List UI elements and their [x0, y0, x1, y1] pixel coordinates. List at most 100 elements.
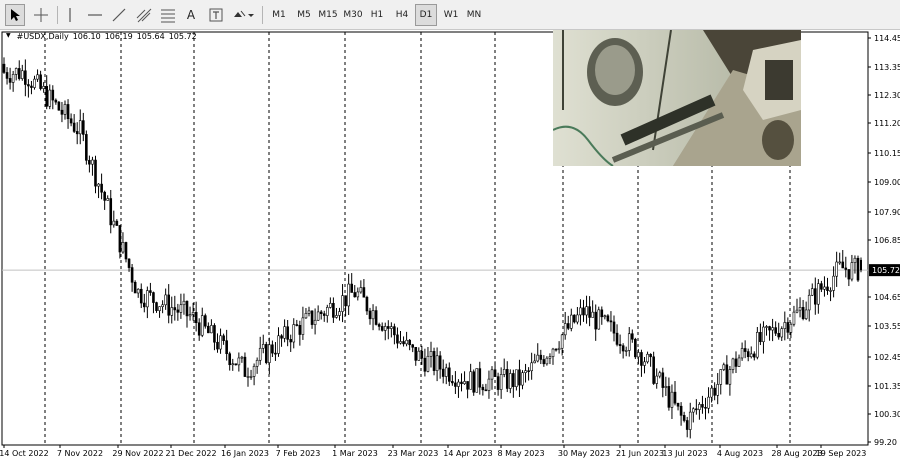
candle-body: [45, 86, 49, 107]
vertical-line-icon[interactable]: [61, 4, 79, 26]
candle-body: [200, 315, 204, 336]
candle-body: [344, 295, 347, 307]
arrows-dropdown-icon[interactable]: [230, 4, 256, 26]
candle-body: [338, 311, 341, 316]
timeframe-mn-button[interactable]: MN: [463, 4, 485, 26]
candle-body: [451, 381, 454, 384]
candle-body: [341, 295, 344, 312]
timeframe-h1-button[interactable]: H1: [366, 4, 388, 26]
candle-body: [94, 159, 97, 187]
chart-legend: ▼ #USDX,Daily 106.10 106.19 105.64 105.7…: [6, 32, 197, 41]
candle-body: [484, 389, 488, 392]
candle-body: [228, 353, 231, 366]
time-label: 8 May 2023: [497, 449, 544, 458]
candle-body: [557, 347, 561, 350]
candle-body: [704, 406, 707, 409]
candle-body: [600, 309, 604, 318]
price-label: 114.45: [874, 34, 900, 43]
candle-body: [661, 372, 665, 388]
timeframe-d1-button[interactable]: D1: [415, 4, 437, 26]
candle-body: [371, 310, 375, 320]
candle-body: [115, 220, 119, 226]
toolbar-separator: [262, 6, 263, 24]
candle-body: [362, 287, 366, 298]
time-label: 23 Mar 2023: [388, 449, 439, 458]
timeframe-m30-button[interactable]: M30: [341, 4, 365, 26]
candle-body: [365, 296, 369, 312]
candle-body: [576, 314, 579, 323]
candle-body: [646, 353, 649, 363]
time-label: 19 Sep 2023: [816, 449, 867, 458]
candle-body: [78, 120, 82, 135]
equidistant-channel-icon[interactable]: [134, 4, 154, 26]
candle-body: [841, 261, 845, 269]
candle-body: [792, 311, 796, 325]
candle-body: [139, 288, 143, 304]
candle-body: [765, 326, 768, 328]
candle-body: [414, 346, 418, 361]
trendline-icon[interactable]: [110, 4, 128, 26]
toolbar: A M1 M5 M15 M30 H1 H4 D1 W1 MN: [0, 0, 900, 30]
candle-body: [759, 332, 762, 343]
candle-body: [17, 68, 21, 79]
candle-body: [539, 354, 543, 360]
text-label-icon[interactable]: [206, 4, 226, 26]
candle-body: [268, 344, 271, 363]
candle-body: [579, 307, 582, 316]
candle-body: [454, 382, 457, 387]
timeframe-w1-button[interactable]: W1: [440, 4, 462, 26]
candle-body: [701, 404, 704, 408]
candle-body: [72, 122, 76, 132]
candle-body: [243, 356, 247, 377]
candle-body: [91, 159, 94, 165]
candle-body: [771, 327, 774, 331]
candle-body: [374, 310, 378, 325]
text-tool-icon[interactable]: A: [182, 4, 200, 26]
candle-body: [319, 311, 323, 315]
timeframe-h4-button[interactable]: H4: [391, 4, 413, 26]
candle-body: [725, 364, 729, 385]
candle-body: [560, 334, 564, 349]
candle-body: [634, 338, 637, 358]
candle-body: [423, 357, 427, 372]
candle-body: [826, 286, 829, 291]
current-price-label: 105.72: [872, 266, 900, 275]
candle-body: [109, 198, 113, 226]
candle-body: [143, 302, 146, 308]
fibonacci-icon[interactable]: [158, 4, 178, 26]
timeframe-m5-button[interactable]: M5: [293, 4, 315, 26]
candle-body: [27, 84, 30, 87]
candle-body: [420, 350, 424, 359]
candle-body: [566, 323, 570, 329]
candle-body: [789, 323, 793, 333]
candle-body: [850, 262, 854, 280]
crosshair-icon[interactable]: [30, 4, 52, 26]
cursor-arrow-icon[interactable]: [5, 4, 25, 26]
timeframe-m15-button[interactable]: M15: [316, 4, 340, 26]
candle-body: [146, 290, 149, 308]
candle-body: [399, 341, 402, 344]
candle-body: [719, 369, 723, 385]
time-label: 16 Jan 2023: [221, 449, 269, 458]
candle-body: [527, 370, 530, 372]
horizontal-line-icon[interactable]: [85, 4, 105, 26]
candle-body: [289, 339, 293, 343]
dollar-banknote-photo: [553, 30, 801, 166]
timeframe-m1-button[interactable]: M1: [268, 4, 290, 26]
candle-body: [39, 74, 42, 89]
candle-body: [435, 355, 439, 371]
candle-body: [457, 381, 460, 387]
candle-body: [258, 347, 262, 361]
time-label: 21 Jun 2023: [616, 449, 664, 458]
candle-body: [606, 315, 610, 322]
price-label: 104.65: [874, 293, 900, 302]
toolbar-separator: [57, 6, 58, 24]
candle-body: [682, 415, 686, 421]
chart-area[interactable]: 114.45 113.35 112.30 111.20 110.15 109.00 107.…: [0, 30, 900, 463]
price-label: 100.30: [874, 410, 900, 419]
price-label: 111.20: [874, 119, 900, 128]
candle-body: [359, 287, 363, 293]
candle-body: [335, 315, 338, 318]
candle-body: [512, 373, 515, 387]
candle-body: [664, 386, 668, 388]
